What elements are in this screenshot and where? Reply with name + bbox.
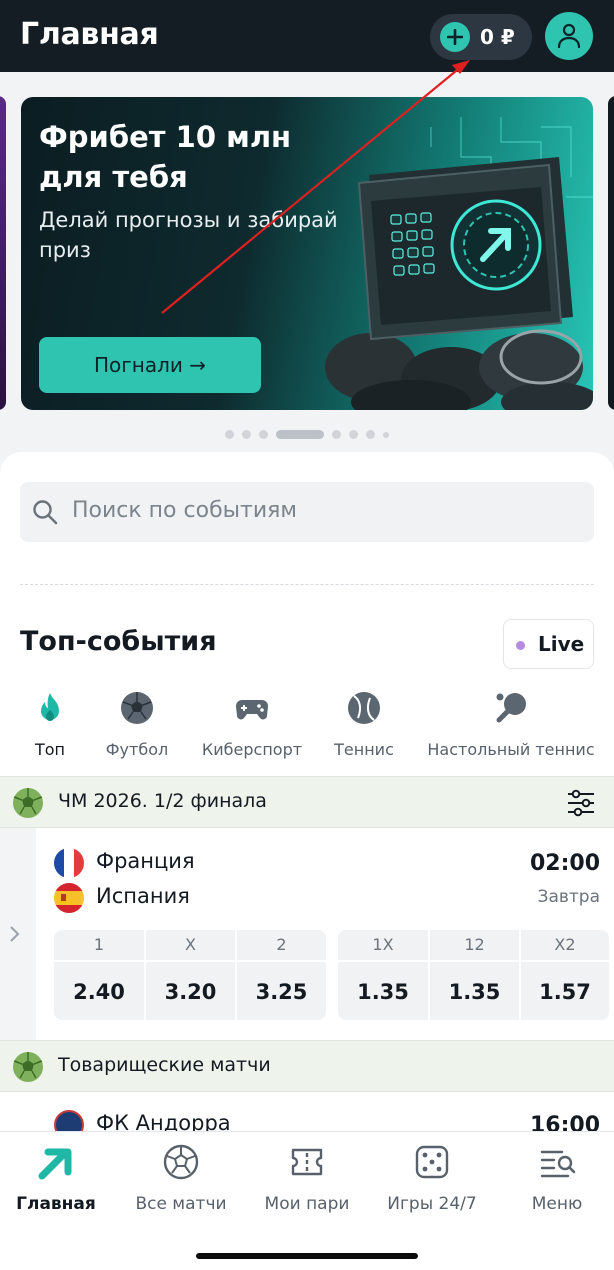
odd-button[interactable]: 1 2.40 bbox=[54, 930, 144, 1020]
nav-label: Игры 24/7 bbox=[387, 1194, 477, 1214]
soccer-ball-icon bbox=[13, 788, 43, 818]
expand-event-button[interactable] bbox=[0, 828, 36, 1040]
banner-cta-button[interactable]: Погнали → bbox=[39, 337, 261, 393]
odd-label: X2 bbox=[554, 935, 576, 954]
bottom-navigation: Главная Все матчи Мои пари Игры 24/7 Мен… bbox=[0, 1131, 614, 1270]
league-header[interactable]: Товарищеские матчи bbox=[0, 1040, 614, 1092]
live-dot-icon bbox=[516, 641, 525, 650]
previous-banner[interactable] bbox=[0, 96, 6, 410]
live-button[interactable]: Live bbox=[503, 619, 594, 669]
home-indicator bbox=[196, 1253, 418, 1259]
team-name: Франция bbox=[96, 849, 195, 873]
carousel-dot[interactable] bbox=[366, 430, 375, 439]
divider bbox=[20, 584, 594, 585]
balance-amount: 0 ₽ bbox=[480, 25, 515, 49]
carousel-dot[interactable] bbox=[383, 431, 389, 438]
nav-home[interactable]: Главная bbox=[0, 1144, 116, 1224]
sport-tab-label: Футбол bbox=[105, 740, 169, 759]
plus-icon bbox=[440, 22, 470, 52]
carousel-dot-active[interactable] bbox=[276, 430, 324, 439]
odd-value: 3.20 bbox=[146, 960, 235, 1020]
ping-pong-icon bbox=[496, 693, 526, 723]
odd-value: 3.25 bbox=[237, 960, 326, 1020]
nav-label: Главная bbox=[16, 1194, 96, 1214]
balance-button[interactable]: 0 ₽ bbox=[430, 14, 532, 60]
odd-button[interactable]: 1X 1.35 bbox=[338, 930, 428, 1020]
sport-tab-esports[interactable]: Киберспорт bbox=[198, 690, 306, 762]
sport-tab-table-tennis[interactable]: Настольный теннис bbox=[426, 690, 596, 762]
nav-all-matches[interactable]: Все матчи bbox=[121, 1144, 241, 1224]
sport-tab-tennis[interactable]: Теннис bbox=[330, 690, 398, 762]
carousel-dot[interactable] bbox=[332, 430, 341, 439]
carousel-dot[interactable] bbox=[242, 430, 251, 439]
odd-label: 12 bbox=[464, 935, 485, 954]
search-input[interactable]: Поиск по событиям bbox=[20, 482, 594, 542]
top-events-title: Топ-события bbox=[20, 626, 217, 657]
flame-icon bbox=[41, 693, 59, 721]
search-icon bbox=[33, 500, 58, 525]
sport-tab-label: Киберспорт bbox=[201, 740, 303, 759]
event-day: Завтра bbox=[537, 887, 600, 907]
sport-tab-football[interactable]: Футбол bbox=[100, 690, 174, 762]
odd-button[interactable]: X2 1.57 bbox=[519, 930, 609, 1020]
ticket-icon bbox=[291, 1148, 323, 1176]
odd-button[interactable]: 2 3.25 bbox=[235, 930, 326, 1020]
odd-label: 1 bbox=[93, 935, 105, 954]
app-header: Главная 0 ₽ bbox=[0, 0, 614, 72]
odds-group-double-chance: 1X 1.35 12 1.35 X2 1.57 bbox=[338, 930, 609, 1020]
odd-value: 2.40 bbox=[54, 960, 144, 1020]
odd-value: 1.57 bbox=[521, 960, 609, 1020]
soccer-ball-icon bbox=[121, 692, 153, 724]
league-name: Товарищеские матчи bbox=[58, 1054, 271, 1076]
nav-menu[interactable]: Меню bbox=[497, 1144, 614, 1224]
league-header[interactable]: ЧМ 2026. 1/2 финала bbox=[0, 776, 614, 828]
spain-flag-icon bbox=[54, 883, 84, 913]
sport-tab-label: Настольный теннис bbox=[427, 740, 595, 759]
carousel-dot[interactable] bbox=[259, 430, 268, 439]
page: Главная 0 ₽ Фрибет 10 млн для тебя Делай… bbox=[0, 0, 614, 1270]
event-time: 02:00 bbox=[529, 851, 600, 876]
odd-label: 1X bbox=[372, 935, 394, 954]
menu-search-icon bbox=[540, 1150, 576, 1178]
nav-label: Меню bbox=[531, 1194, 583, 1214]
live-label: Live bbox=[538, 632, 585, 656]
next-banner[interactable] bbox=[608, 96, 614, 410]
league-name: ЧМ 2026. 1/2 финала bbox=[58, 790, 267, 812]
search-placeholder: Поиск по событиям bbox=[72, 498, 297, 523]
page-title: Главная bbox=[20, 17, 159, 52]
odd-label: X bbox=[185, 935, 196, 954]
filter-settings-icon[interactable] bbox=[566, 789, 596, 817]
safe-illustration-icon bbox=[325, 117, 593, 410]
odd-label: 2 bbox=[276, 935, 287, 954]
nav-label: Мои пари bbox=[264, 1194, 350, 1214]
team-name: Испания bbox=[96, 884, 190, 908]
tennis-ball-icon bbox=[348, 692, 380, 724]
soccer-ball-icon bbox=[13, 1052, 43, 1082]
odd-button[interactable]: 12 1.35 bbox=[428, 930, 519, 1020]
gamepad-icon bbox=[236, 700, 268, 720]
home-arrow-icon bbox=[38, 1148, 72, 1180]
dice-icon bbox=[415, 1145, 449, 1179]
sport-tab-top[interactable]: Топ bbox=[20, 690, 80, 762]
promo-banner[interactable]: Фрибет 10 млн для тебя Делай прогнозы и … bbox=[21, 97, 593, 410]
nav-my-bets[interactable]: Мои пари bbox=[247, 1144, 367, 1224]
sport-tab-label: Топ bbox=[34, 740, 66, 759]
chevron-right-icon bbox=[10, 926, 20, 942]
sport-tab-label: Теннис bbox=[334, 740, 394, 759]
user-icon bbox=[557, 23, 581, 49]
odd-button[interactable]: X 3.20 bbox=[144, 930, 235, 1020]
carousel-dot[interactable] bbox=[349, 430, 358, 439]
odd-value: 1.35 bbox=[430, 960, 519, 1020]
france-flag-icon bbox=[54, 848, 84, 878]
odd-value: 1.35 bbox=[338, 960, 428, 1020]
soccer-ball-icon bbox=[163, 1144, 199, 1180]
odds-group-main: 1 2.40 X 3.20 2 3.25 bbox=[54, 930, 326, 1020]
profile-button[interactable] bbox=[545, 12, 593, 60]
nav-games[interactable]: Игры 24/7 bbox=[372, 1144, 492, 1224]
nav-label: Все матчи bbox=[135, 1194, 227, 1214]
carousel-pagination bbox=[0, 424, 614, 439]
carousel-dot[interactable] bbox=[225, 430, 234, 439]
